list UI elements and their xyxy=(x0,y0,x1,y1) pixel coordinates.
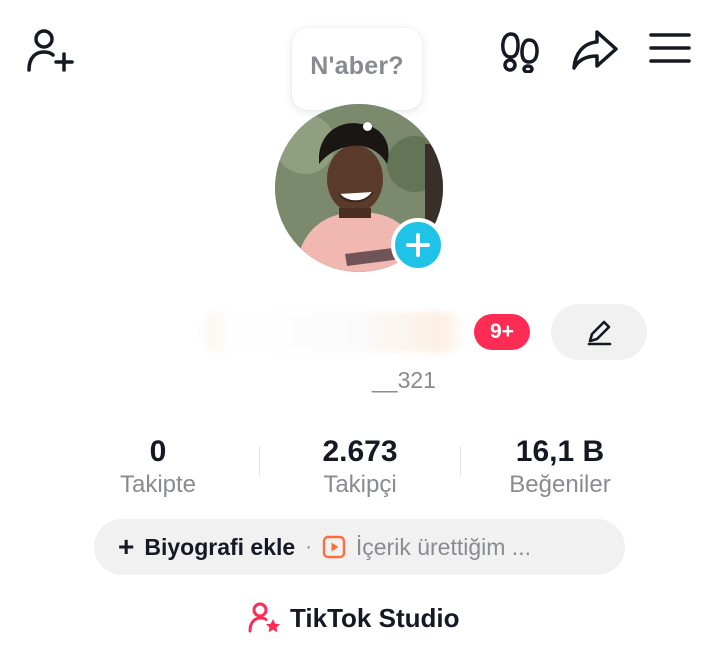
bio-bar[interactable]: + Biyografi ekle · İçerik ürettiğim ... xyxy=(94,519,625,575)
following-count: 0 xyxy=(149,435,167,468)
followers-count: 2.673 xyxy=(322,435,398,468)
tiktok-studio-label: TikTok Studio xyxy=(290,602,460,633)
footprints-icon xyxy=(501,32,539,73)
content-category-text[interactable]: İçerik ürettiğim ... xyxy=(356,534,531,561)
profile-views-button[interactable] xyxy=(494,28,546,76)
pencil-icon xyxy=(587,320,612,346)
edit-profile-button[interactable] xyxy=(551,304,647,360)
status-note-text: N'aber? xyxy=(310,51,404,80)
menu-button[interactable] xyxy=(644,26,696,70)
tiktok-studio-link[interactable]: TikTok Studio xyxy=(248,598,459,638)
stat-divider xyxy=(460,446,461,476)
plus-icon xyxy=(406,233,430,257)
add-bio-plus-icon: + xyxy=(118,531,135,562)
notification-badge[interactable]: 9+ xyxy=(474,314,530,350)
share-arrow-icon xyxy=(572,30,618,70)
likes-label: Beğeniler xyxy=(509,471,611,498)
video-play-icon xyxy=(322,535,346,559)
likes-count: 16,1 B xyxy=(515,435,605,468)
status-note-bubble[interactable]: N'aber? xyxy=(292,28,422,110)
followers-stat[interactable]: 2.673 Takipçi xyxy=(296,432,424,500)
username: __321 xyxy=(372,367,436,393)
share-button[interactable] xyxy=(568,26,622,74)
following-label: Takipte xyxy=(119,471,197,498)
add-friend-button[interactable] xyxy=(22,26,78,74)
bio-separator: · xyxy=(305,535,312,558)
person-plus-icon xyxy=(27,29,74,72)
add-bio-label[interactable]: Biyografi ekle xyxy=(144,534,295,561)
person-star-icon xyxy=(248,602,280,633)
followers-label: Takipçi xyxy=(323,471,397,498)
following-stat[interactable]: 0 Takipte xyxy=(98,432,218,500)
stat-divider xyxy=(259,446,260,476)
display-name-redacted xyxy=(196,312,466,352)
hamburger-menu-icon xyxy=(649,33,691,63)
add-story-button[interactable] xyxy=(391,218,445,272)
bubble-tail-dot xyxy=(363,122,372,131)
likes-stat[interactable]: 16,1 B Beğeniler xyxy=(490,432,630,500)
